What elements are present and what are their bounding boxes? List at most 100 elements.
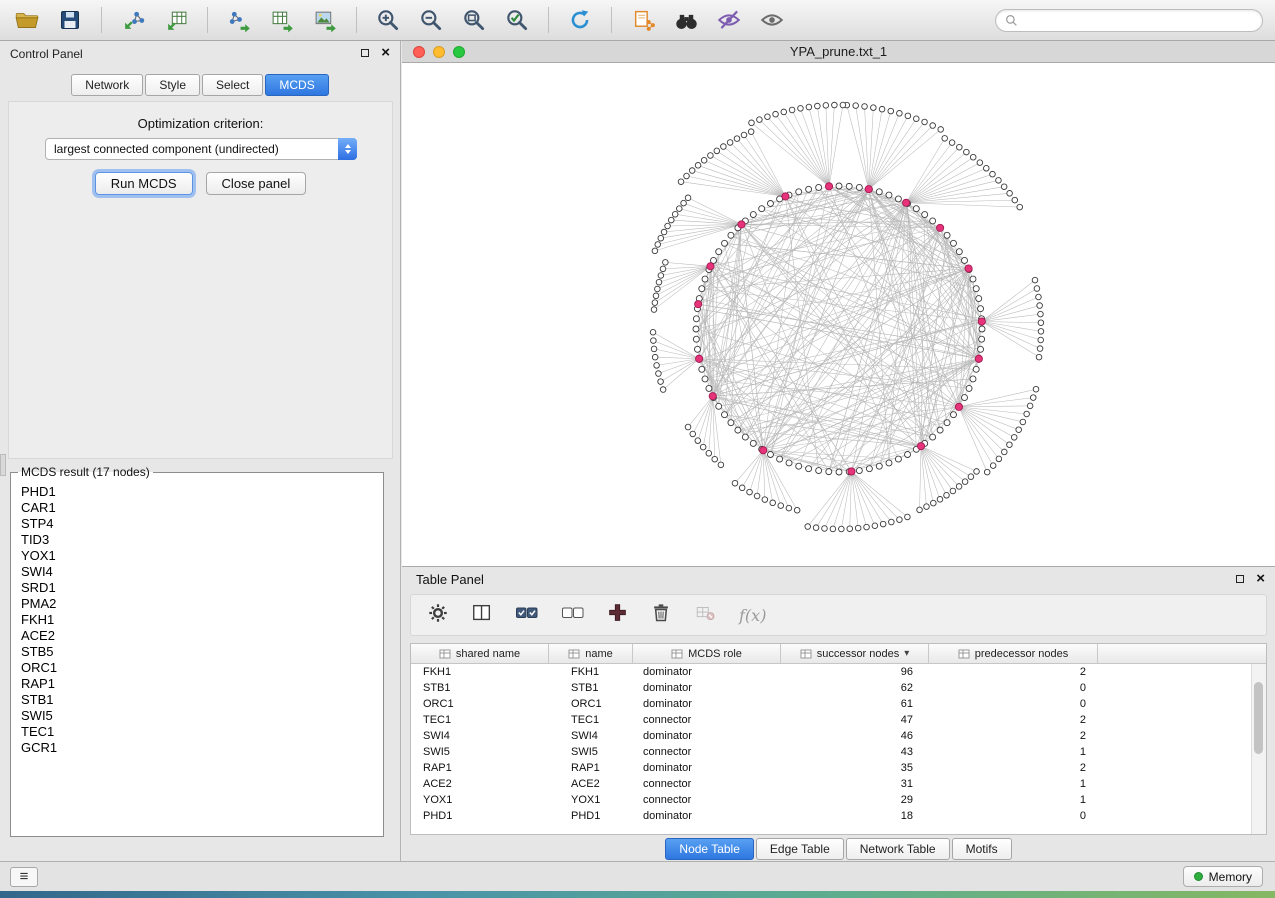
create-column-button[interactable] [607, 602, 628, 628]
node[interactable] [942, 136, 948, 142]
node[interactable] [996, 178, 1002, 184]
node[interactable] [1038, 311, 1044, 317]
node[interactable] [693, 316, 699, 322]
close-panel-icon[interactable]: × [381, 47, 390, 58]
node[interactable] [816, 468, 822, 474]
edge[interactable] [757, 450, 763, 496]
edge[interactable] [833, 471, 852, 528]
mcds-result-item[interactable]: SWI4 [21, 564, 373, 580]
edge[interactable] [776, 114, 829, 186]
node[interactable] [1007, 442, 1013, 448]
edge[interactable] [759, 120, 829, 187]
node[interactable] [924, 504, 930, 510]
node[interactable] [853, 103, 859, 109]
node[interactable] [789, 107, 795, 113]
node[interactable] [655, 286, 661, 292]
edge[interactable] [921, 446, 971, 477]
node[interactable] [685, 195, 691, 201]
mcds-result-item[interactable]: ACE2 [21, 628, 373, 644]
edge[interactable] [735, 450, 763, 483]
close-table-panel-icon[interactable]: × [1256, 573, 1265, 584]
column-header-name[interactable]: name [549, 644, 633, 663]
table-row[interactable]: SWI4SWI4dominator462 [411, 728, 1252, 744]
node[interactable] [798, 106, 804, 112]
table-row[interactable]: ORC1ORC1dominator610 [411, 696, 1252, 712]
node[interactable] [652, 248, 658, 254]
import-table-button[interactable] [161, 5, 191, 35]
node[interactable] [794, 507, 800, 513]
node[interactable] [796, 189, 802, 195]
tab-motifs[interactable]: Motifs [952, 838, 1012, 860]
tab-select[interactable]: Select [202, 74, 263, 96]
node[interactable] [922, 212, 928, 218]
node[interactable] [722, 412, 728, 418]
node[interactable] [739, 485, 745, 491]
mcds-result-item[interactable]: TID3 [21, 532, 373, 548]
node[interactable] [796, 463, 802, 469]
mcds-result-item[interactable]: STP4 [21, 516, 373, 532]
node[interactable] [1024, 411, 1030, 417]
export-network-button[interactable] [224, 5, 254, 35]
dominator-node[interactable] [707, 263, 714, 270]
float-panel-icon[interactable] [361, 49, 369, 57]
edge[interactable] [698, 304, 980, 349]
node[interactable] [956, 484, 962, 490]
node[interactable] [714, 148, 720, 154]
node[interactable] [770, 500, 776, 506]
node[interactable] [767, 200, 773, 206]
dominator-node[interactable] [978, 318, 985, 325]
node[interactable] [895, 456, 901, 462]
node[interactable] [964, 149, 970, 155]
node[interactable] [806, 466, 812, 472]
node[interactable] [748, 129, 754, 135]
edge[interactable] [699, 299, 979, 359]
node[interactable] [950, 240, 956, 246]
edge[interactable] [851, 471, 883, 524]
dominator-node[interactable] [825, 183, 832, 190]
minimize-window-icon[interactable] [433, 46, 445, 58]
node[interactable] [750, 440, 756, 446]
edge[interactable] [703, 396, 713, 447]
edge[interactable] [959, 407, 987, 472]
node[interactable] [805, 524, 811, 530]
node[interactable] [728, 232, 734, 238]
edge[interactable] [851, 471, 866, 527]
node[interactable] [856, 468, 862, 474]
node[interactable] [742, 434, 748, 440]
edge[interactable] [713, 189, 868, 397]
node[interactable] [813, 525, 819, 531]
node[interactable] [978, 346, 984, 352]
node[interactable] [872, 523, 878, 529]
node[interactable] [970, 154, 976, 160]
node[interactable] [990, 171, 996, 177]
node[interactable] [976, 296, 982, 302]
node[interactable] [937, 427, 943, 433]
edge[interactable] [753, 359, 979, 444]
search-network-button[interactable] [671, 5, 701, 35]
node[interactable] [905, 113, 911, 119]
delete-column-button[interactable] [650, 602, 672, 629]
node[interactable] [979, 336, 985, 342]
node[interactable] [905, 514, 911, 520]
node[interactable] [716, 403, 722, 409]
edge[interactable] [869, 119, 917, 189]
node[interactable] [773, 111, 779, 117]
node[interactable] [983, 165, 989, 171]
node[interactable] [895, 196, 901, 202]
node[interactable] [652, 300, 658, 306]
node[interactable] [1036, 354, 1042, 360]
edge[interactable] [851, 243, 953, 471]
edge[interactable] [661, 359, 700, 382]
tab-mcds[interactable]: MCDS [265, 74, 328, 96]
column-header-successor-nodes[interactable]: successor nodes ▾ [781, 644, 929, 663]
edge[interactable] [959, 398, 1033, 407]
node[interactable] [777, 456, 783, 462]
node[interactable] [832, 102, 838, 108]
edge[interactable] [713, 215, 754, 397]
mcds-result-item[interactable]: ORC1 [21, 660, 373, 676]
edge[interactable] [906, 147, 959, 203]
node[interactable] [816, 184, 822, 190]
node[interactable] [781, 109, 787, 115]
edge[interactable] [699, 359, 745, 437]
node[interactable] [1033, 386, 1039, 392]
